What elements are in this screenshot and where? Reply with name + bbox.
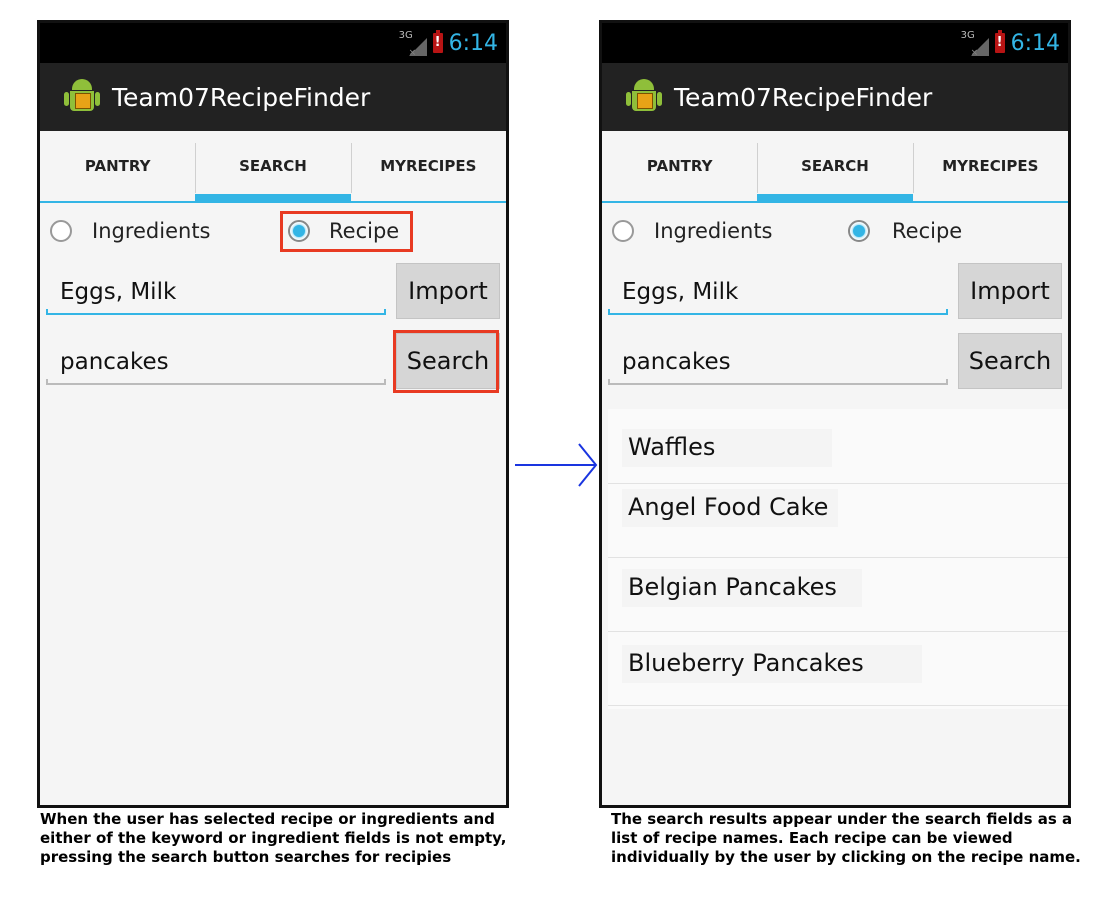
caption-left: When the user has selected recipe or ing…: [40, 810, 507, 866]
status-clock: 6:14: [448, 30, 498, 56]
action-bar: Team07RecipeFinder: [40, 63, 506, 131]
tab-search[interactable]: SEARCH: [195, 131, 351, 201]
tab-myrecipes[interactable]: MYRECIPES: [350, 131, 506, 201]
search-highlight-box: [393, 330, 499, 393]
ingredients-field[interactable]: Eggs, Milk: [46, 269, 386, 315]
import-button[interactable]: Import: [396, 263, 500, 319]
battery-alert-icon: !: [994, 30, 1005, 53]
search-button[interactable]: Search: [958, 333, 1062, 389]
caption-right: The search results appear under the sear…: [611, 810, 1081, 866]
tab-myrecipes[interactable]: MYRECIPES: [912, 131, 1068, 201]
keyword-field-value: pancakes: [622, 349, 731, 375]
ingredients-field-value: Eggs, Milk: [60, 279, 177, 305]
radio-ingredients-button[interactable]: [50, 220, 72, 242]
keyword-field[interactable]: pancakes: [608, 339, 948, 385]
keyword-field[interactable]: pancakes: [46, 339, 386, 385]
status-clock: 6:14: [1010, 30, 1060, 56]
tab-search[interactable]: SEARCH: [757, 131, 913, 201]
app-title: Team07RecipeFinder: [674, 82, 933, 112]
ingredients-field-value: Eggs, Milk: [622, 279, 739, 305]
android-robot-icon: [626, 77, 662, 117]
signal-3g-icon: 3G ×: [961, 30, 989, 58]
radio-ingredients[interactable]: Ingredients: [612, 209, 773, 253]
radio-recipe-label: Recipe: [892, 219, 963, 243]
app-title: Team07RecipeFinder: [112, 82, 371, 112]
tab-bar: PANTRY SEARCH MYRECIPES: [602, 131, 1068, 203]
status-bar: 3G × ! 6:14: [602, 23, 1068, 63]
list-item[interactable]: Belgian Pancakes: [608, 557, 1068, 632]
list-item[interactable]: Blueberry Pancakes: [608, 631, 1068, 706]
result-recipe-name[interactable]: Blueberry Pancakes: [622, 645, 922, 683]
search-results-list: Waffles Angel Food Cake Belgian Pancakes…: [608, 409, 1068, 709]
phone-screen-search-results: 3G × ! 6:14 Team07RecipeFinder PANTRY SE…: [599, 20, 1071, 808]
radio-ingredients-label: Ingredients: [92, 219, 211, 243]
action-bar: Team07RecipeFinder: [602, 63, 1068, 131]
recipe-highlight-box: [280, 211, 413, 252]
status-bar: 3G × ! 6:14: [40, 23, 506, 63]
radio-ingredients-button[interactable]: [612, 220, 634, 242]
android-robot-icon: [64, 77, 100, 117]
keyword-field-value: pancakes: [60, 349, 169, 375]
signal-3g-icon: 3G ×: [399, 30, 427, 58]
radio-ingredients[interactable]: Ingredients: [50, 209, 211, 253]
ingredients-field[interactable]: Eggs, Milk: [608, 269, 948, 315]
import-button[interactable]: Import: [958, 263, 1062, 319]
radio-recipe[interactable]: Recipe: [848, 209, 962, 253]
battery-alert-icon: !: [432, 30, 443, 53]
arrow-right-icon: [515, 443, 598, 487]
result-recipe-name[interactable]: Angel Food Cake: [622, 489, 838, 527]
tab-pantry[interactable]: PANTRY: [40, 131, 195, 201]
list-item[interactable]: Waffles: [608, 409, 1068, 484]
tab-bar: PANTRY SEARCH MYRECIPES: [40, 131, 506, 203]
phone-screen-before-search: 3G × ! 6:14 Team07RecipeFinder PANTRY SE…: [37, 20, 509, 808]
radio-ingredients-label: Ingredients: [654, 219, 773, 243]
tab-pantry[interactable]: PANTRY: [602, 131, 757, 201]
result-recipe-name[interactable]: Belgian Pancakes: [622, 569, 862, 607]
result-recipe-name[interactable]: Waffles: [622, 429, 832, 467]
list-item[interactable]: Angel Food Cake: [608, 483, 1068, 558]
radio-recipe-button[interactable]: [848, 220, 870, 242]
